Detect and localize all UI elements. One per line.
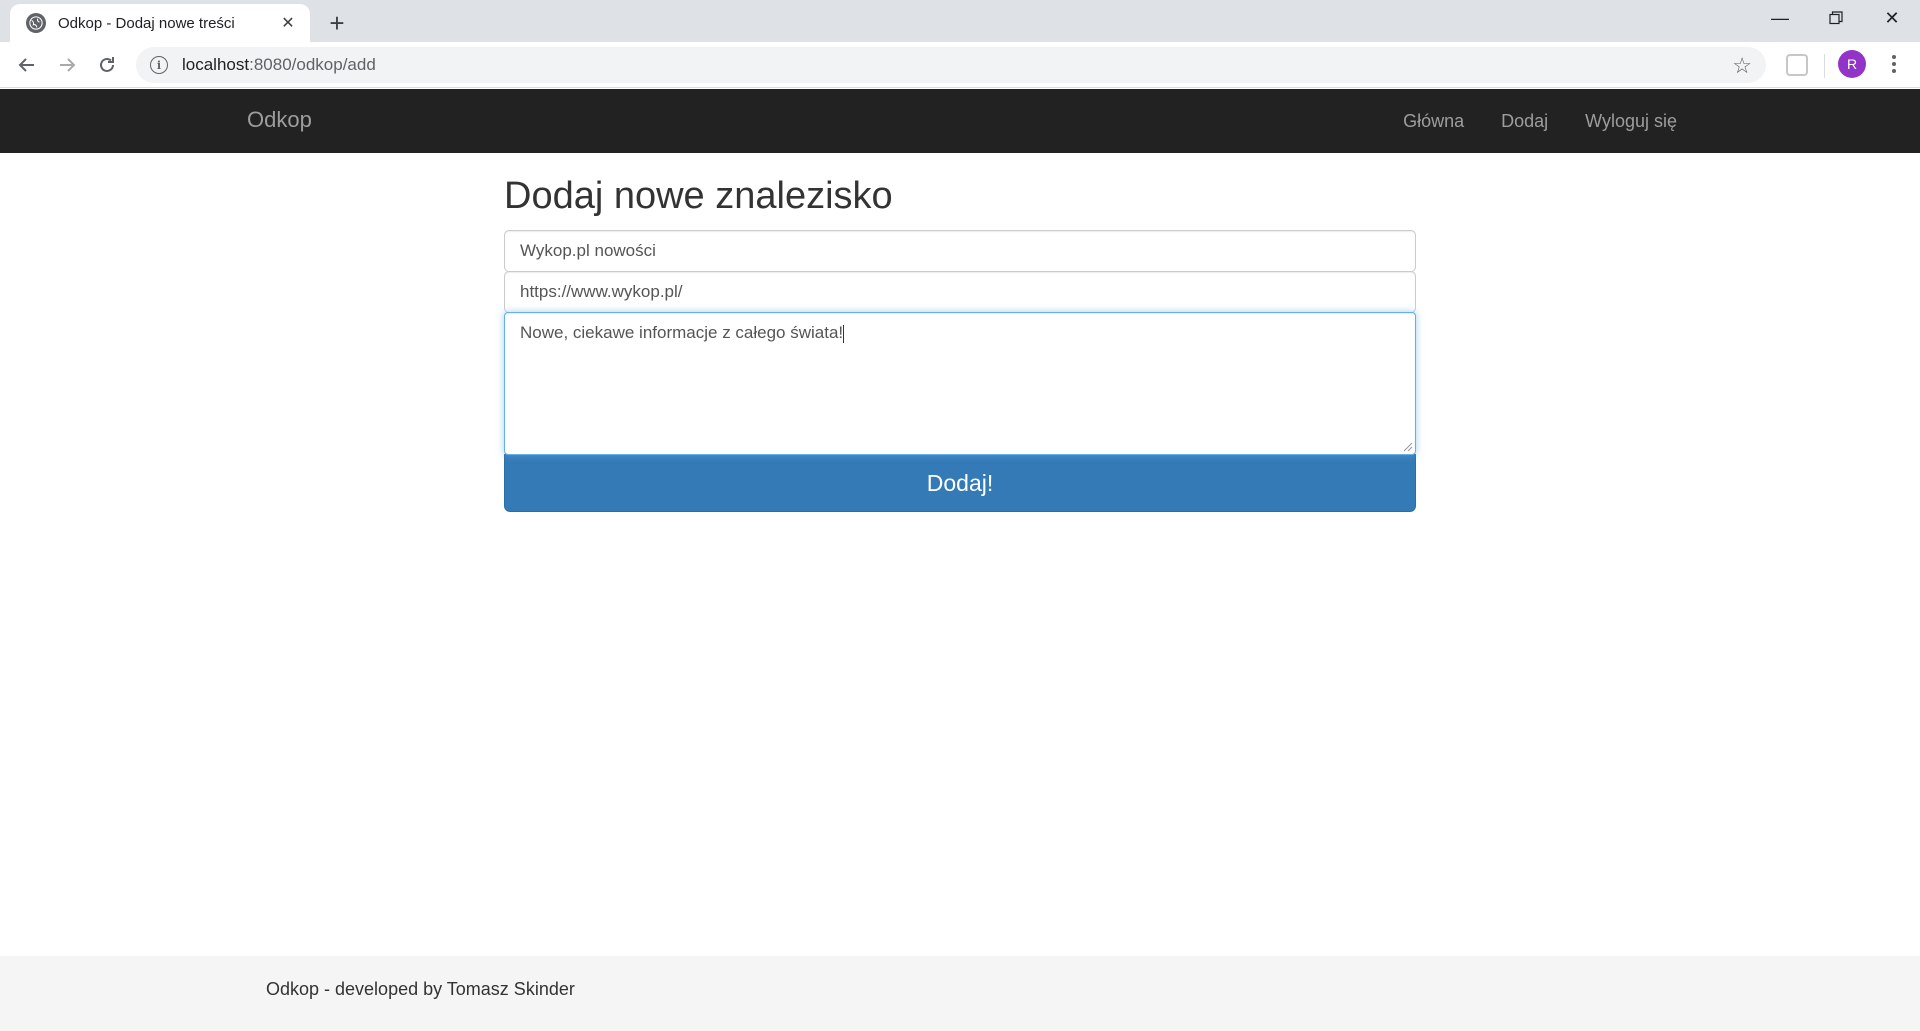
restore-button[interactable] — [1808, 0, 1864, 36]
extension-icon[interactable] — [1786, 54, 1808, 76]
toolbar-divider — [1824, 54, 1825, 78]
reload-icon — [100, 57, 114, 72]
main-content: Dodaj nowe znalezisko Wykop.pl nowości h… — [504, 153, 1416, 512]
text-caret — [843, 324, 845, 343]
description-textarea[interactable]: Nowe, ciekawe informacje z całego świata… — [504, 312, 1416, 455]
page-title: Dodaj nowe znalezisko — [504, 175, 893, 217]
minimize-button[interactable]: — — [1752, 0, 1808, 36]
forward-arrow-icon — [60, 58, 76, 72]
nav-link-add[interactable]: Dodaj — [1501, 111, 1548, 132]
url-host: localhost — [182, 55, 250, 74]
navbar-brand[interactable]: Odkop — [247, 107, 312, 133]
globe-icon — [26, 13, 46, 33]
footer-text: Odkop - developed by Tomasz Skinder — [266, 979, 575, 999]
bookmark-star-icon[interactable]: ☆ — [1732, 53, 1752, 79]
browser-toolbar: i localhost:8080/odkop/add ☆ R — [0, 42, 1920, 88]
info-icon[interactable]: i — [150, 56, 168, 74]
forward-button[interactable] — [52, 50, 82, 80]
submit-button[interactable]: Dodaj! — [504, 454, 1416, 512]
site-navbar: Odkop Główna Dodaj Wyloguj się — [0, 89, 1920, 153]
url-path: :8080/odkop/add — [249, 55, 376, 74]
back-button[interactable] — [12, 50, 42, 80]
url-input[interactable]: https://www.wykop.pl/ — [504, 271, 1416, 313]
browser-tab[interactable]: Odkop - Dodaj nowe treści ✕ — [10, 4, 310, 42]
address-bar[interactable]: i localhost:8080/odkop/add ☆ — [136, 47, 1766, 83]
close-window-button[interactable]: ✕ — [1864, 0, 1920, 36]
profile-avatar[interactable]: R — [1838, 50, 1866, 78]
back-arrow-icon — [18, 58, 34, 72]
browser-tabstrip: Odkop - Dodaj nowe treści ✕ + — ✕ — [0, 0, 1920, 42]
reload-button[interactable] — [92, 50, 122, 80]
site-footer: Odkop - developed by Tomasz Skinder — [0, 956, 1920, 1031]
new-tab-button[interactable]: + — [322, 8, 352, 38]
nav-link-logout[interactable]: Wyloguj się — [1585, 111, 1677, 132]
title-input[interactable]: Wykop.pl nowości — [504, 230, 1416, 272]
resize-grip-icon[interactable] — [1403, 442, 1413, 452]
url-text: localhost:8080/odkop/add — [182, 55, 376, 75]
nav-link-home[interactable]: Główna — [1403, 111, 1464, 132]
navbar-links: Główna Dodaj Wyloguj się — [1366, 89, 1677, 153]
close-tab-icon[interactable]: ✕ — [278, 13, 298, 33]
tab-title: Odkop - Dodaj nowe treści — [58, 14, 235, 32]
description-text: Nowe, ciekawe informacje z całego świata… — [520, 323, 844, 342]
browser-menu-icon[interactable] — [1880, 50, 1908, 78]
